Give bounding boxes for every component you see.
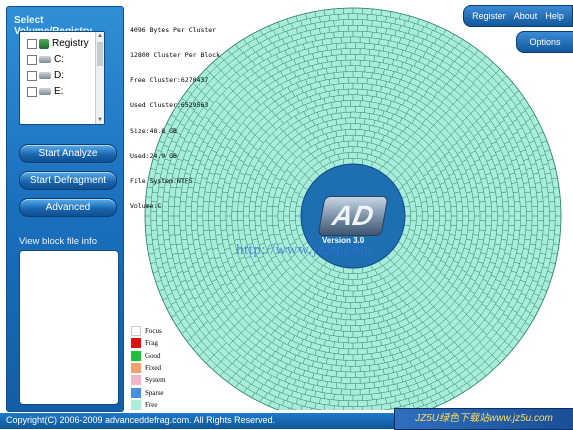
start-defragment-button[interactable]: Start Defragment [19,171,117,190]
volume-label: Registry [52,38,89,49]
volume-checkbox[interactable] [27,38,37,49]
legend-label: Sparse [145,388,164,397]
drive-icon [39,72,51,79]
help-link[interactable]: Help [545,11,564,21]
legend: Focus Frag Good Fixed System Sparse Free [131,325,166,411]
legend-swatch [131,326,141,337]
ad-logo: AD [317,196,389,236]
legend-swatch [131,350,141,361]
volume-label: E: [54,86,64,97]
legend-item-system: System [131,374,166,386]
advanced-button[interactable]: Advanced [19,198,117,217]
legend-label: System [145,376,166,385]
scroll-thumb[interactable] [97,42,103,66]
legend-swatch [131,375,141,386]
stat-line: Used:24.9 GB [130,151,177,160]
scroll-down-icon[interactable]: ▼ [96,116,104,124]
legend-label: Fixed [145,364,161,373]
stat-line: Volume:C [130,202,162,211]
stat-line: 4096 Bytes Per Cluster [130,25,217,34]
app-window: Select Volume/Registry Registry C: D: E: [0,0,573,430]
legend-swatch [131,363,141,374]
legend-label: Frag [145,339,158,348]
volume-label: D: [54,70,64,81]
watermark-text: http://www.jz5u.com [236,242,373,258]
legend-item-free: Free [131,399,166,411]
volume-stats: 4096 Bytes Per Cluster 12800 Cluster Per… [130,9,220,228]
watermark-badge: JZ5U绿色下载站www.jz5u.com [394,408,573,430]
volume-checkbox[interactable] [27,86,37,97]
legend-swatch [131,338,141,349]
volume-label: C: [54,54,64,65]
volume-item-d[interactable]: D: [27,70,64,81]
registry-icon [39,38,49,49]
start-analyze-button[interactable]: Start Analyze [19,144,117,163]
legend-swatch [131,399,141,410]
legend-label: Free [145,400,158,409]
legend-item-sparse: Sparse [131,386,166,398]
drive-icon [39,56,51,63]
legend-item-frag: Frag [131,337,166,349]
volume-checkbox[interactable] [27,54,37,65]
scroll-up-icon[interactable]: ▲ [96,32,104,40]
stat-line: Size:48.8 GB [130,126,177,135]
volume-item-e[interactable]: E: [27,86,63,97]
legend-label: Good [145,351,161,360]
legend-item-focus: Focus [131,325,166,337]
stat-line: Free Cluster:6270437 [130,76,209,85]
copyright-text: Copyright(C) 2006-2009 advanceddefrag.co… [6,415,276,425]
legend-label: Focus [145,327,162,336]
legend-item-good: Good [131,350,166,362]
left-panel: Select Volume/Registry Registry C: D: E: [6,6,124,412]
block-info-panel [19,250,119,405]
volume-checkbox[interactable] [27,70,37,81]
stat-line: 12800 Cluster Per Block [130,51,221,60]
volume-list: Registry C: D: E: ▲ ▼ [19,31,105,125]
block-info-title: View block file info [19,236,97,247]
drive-icon [39,88,51,95]
volume-item-c[interactable]: C: [27,54,64,65]
top-nav: Register About Help [463,5,573,27]
options-button[interactable]: Options [516,31,573,53]
volume-item-registry[interactable]: Registry [27,38,89,49]
stat-line: File System:NTFS [130,177,193,186]
register-link[interactable]: Register [472,11,506,21]
volume-scrollbar[interactable]: ▲ ▼ [95,32,104,124]
legend-item-fixed: Fixed [131,362,166,374]
legend-swatch [131,387,141,398]
about-link[interactable]: About [514,11,538,21]
stat-line: Used Cluster:6529563 [130,101,209,110]
